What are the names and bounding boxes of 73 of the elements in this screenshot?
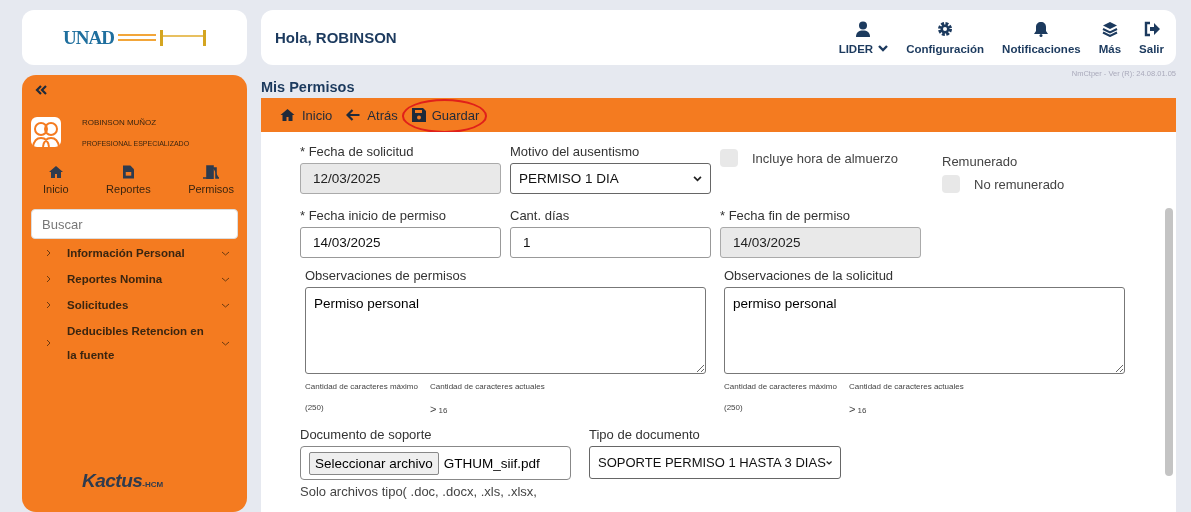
exit-icon — [1143, 20, 1160, 37]
toolbar-button[interactable]: Inicio — [279, 107, 333, 123]
avatar-icon — [31, 117, 61, 147]
field-label: * Fecha inicio de permiso — [300, 208, 447, 223]
home-icon — [279, 108, 296, 122]
arrow-left-icon — [346, 109, 362, 121]
counter-label: Cantidad de caracteres actuales — [429, 382, 545, 391]
checkbox-label: Incluye hora de almuerzo — [752, 150, 898, 166]
caret-icon — [693, 175, 702, 182]
checkbox-label: No remunerado — [974, 176, 1065, 192]
toolbar-button[interactable]: Atrás — [346, 107, 398, 123]
header-action[interactable]: Configuración — [906, 20, 985, 55]
counter-value: > 16 — [429, 403, 449, 415]
user-name: ROBINSON MUÑOZ — [82, 117, 158, 127]
double-chevron-left-icon[interactable] — [35, 85, 47, 95]
header-action[interactable]: Más — [1098, 20, 1122, 55]
menu-item[interactable]: Reportes Nomina — [31, 265, 238, 291]
shortcut-button[interactable]: Reportes — [106, 165, 151, 195]
brand-logo: Kactus-HCM — [82, 470, 164, 492]
file-type-note: Solo archivos tipo( .doc, .docx, .xls, .xlsx, — [300, 484, 538, 499]
page-title: Mis Permisos — [261, 78, 355, 95]
shortcut-button[interactable]: Permisos — [188, 165, 234, 195]
text-area[interactable]: permiso personal — [724, 287, 1125, 374]
home-icon — [47, 165, 64, 179]
field-label: Observaciones de permisos — [305, 268, 468, 283]
counter-label: Cantidad de caracteres actuales — [848, 382, 964, 391]
counter-value: (250) — [305, 403, 325, 412]
chevron-right-icon — [46, 301, 51, 309]
counter-value: > 16 — [848, 403, 868, 415]
greeting: Hola, ROBINSON — [275, 29, 397, 46]
chevron-down-icon — [221, 340, 230, 346]
document-icon — [122, 165, 134, 179]
layers-icon — [1101, 20, 1118, 37]
save-icon — [411, 108, 426, 122]
field-label: Tipo de documento — [589, 427, 701, 442]
option-label: Remunerado — [942, 154, 1019, 169]
field-label: * Fecha de solicitud — [300, 144, 415, 159]
door-icon — [203, 165, 220, 179]
search-field[interactable]: Buscar — [31, 209, 238, 239]
field-label: * Fecha fin de permiso — [720, 208, 852, 223]
chevron-right-icon — [46, 339, 51, 347]
document-type-dropdown[interactable]: SOPORTE PERMISO 1 HASTA 3 DIAS — [589, 446, 841, 479]
settings-icon — [937, 20, 954, 37]
text-field[interactable]: 14/03/2025 — [300, 227, 501, 258]
chevron-down-icon — [221, 276, 230, 282]
field-label: Observaciones de la solicitud — [724, 268, 895, 283]
bell-icon — [1034, 20, 1049, 37]
menu-item[interactable]: Información Personal — [31, 239, 238, 265]
university-logo: UNAD — [63, 26, 206, 49]
toolbar-button[interactable]: Guardar — [411, 107, 480, 123]
chevron-down-icon — [221, 302, 230, 308]
chevron-right-icon — [46, 275, 51, 283]
counter-label: Cantidad de caracteres máximo — [305, 382, 418, 391]
header-action[interactable]: Salir — [1139, 20, 1164, 55]
reason-dropdown[interactable]: PERMISO 1 DIA — [510, 163, 711, 194]
header-action[interactable]: Notificaciones — [1002, 20, 1081, 55]
chevron-down-icon — [221, 250, 230, 256]
field-label: Documento de soporte — [300, 427, 433, 442]
header-action[interactable]: LIDER — [838, 20, 889, 55]
counter-value: (250) — [724, 403, 744, 412]
user-icon — [855, 20, 872, 37]
field-label: Cant. días — [510, 208, 571, 223]
shortcut-button[interactable]: Inicio — [43, 165, 69, 195]
text-field[interactable]: 1 — [510, 227, 711, 258]
menu-item[interactable]: Solicitudes — [31, 291, 238, 317]
scrollbar[interactable] — [1165, 208, 1173, 476]
counter-label: Cantidad de caracteres máximo — [724, 382, 837, 391]
chevron-right-icon — [46, 249, 51, 257]
file-picker[interactable]: Seleccionar archivo GTHUM_siif.pdf — [300, 446, 571, 480]
menu-item[interactable]: Deducibles Retencion en la fuente — [31, 317, 238, 367]
caret-icon — [825, 459, 832, 466]
field-label: Motivo del ausentismo — [510, 144, 641, 159]
text-area[interactable]: Permiso personal — [305, 287, 706, 374]
